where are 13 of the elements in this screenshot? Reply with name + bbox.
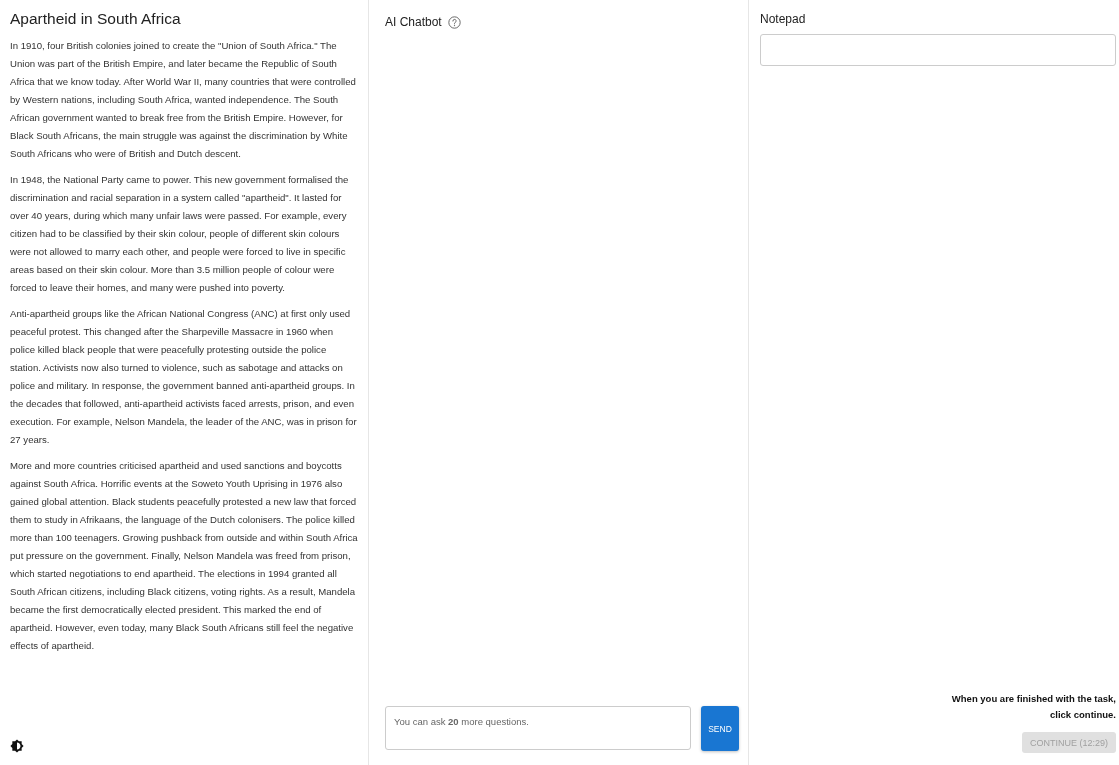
notepad-title: Notepad [760,12,807,26]
help-icon[interactable] [447,15,461,29]
article-paragraph: Anti-apartheid groups like the African National Congress (ANC) at first only used peaceful protest. This changed after the Sharpeville Massacre in 1960 when police killed black people that were peacefully protesting outside the police station. Activists now also turned to violence, such as sabotage and attacks on police and military. In response, the government banned anti-apartheid groups. In the decades that followed, anti-apartheid activists faced arrests, prison, and even execution. For example, Nelson Mandela, the leader of the ANC, was in prison for 27 years. [10,307,358,447]
article-paragraph: In 1910, four British colonies joined to create the "Union of South Africa." The Union was part of the British Empire, and later became the Republic of South Africa that we know today. After World War II, many countries that were controlled by Western nations, including South Africa, wanted independence. The South African government wanted to break free from the British Empire. However, for Black South Africans, the main struggle was against the discrimination by White South Africans who were of British and Dutch descent. [10,39,357,161]
article-title: Apartheid in South Africa [10,10,182,28]
article-paragraph: In 1948, the National Party came to power. This new government formalised the discrimination and racial separation in a system called "apartheid". It lasted for over 40 years, during which many unfair laws were passed. For example, every citizen had to be classified by their skin colour, people of different skin colours were not allowed to marry each other, and people were forced to live in specific areas based on their skin colour. More than 3.5 million people of colour were forced to leave their homes, and many were pushed into poverty. [10,173,350,295]
theme-toggle-icon[interactable] [10,739,24,753]
send-button[interactable]: SEND [701,706,739,751]
notepad-field[interactable] [760,34,1116,66]
chatbot-title: AI Chatbot [385,15,442,29]
question-field[interactable]: You can ask 20 more questions. [385,706,691,750]
article-paragraph: More and more countries criticised apartheid and used sanctions and boycotts against South Africa. Horrific events at the Soweto Youth Uprising in 1976 also gained global attention. Black students peacefully protested a new law that forced them to study in Afrikaans, the language of the Dutch colonisers. The police killed more than 100 teenagers. Growing pushback from outside and within South Africa put pressure on the government. Finally, Nelson Mandela was freed from prison, which started negotiations to end apartheid. The elections in 1994 granted all South African citizens, including Black citizens, voting rights. As a result, Mandela became the first democratically elected president. This marked the end of apartheid. However, even today, many Black South Africans still feel the negative effects of apartheid. [10,459,358,653]
instruction-text: When you are finished with the task, click continue. [950,692,1116,722]
